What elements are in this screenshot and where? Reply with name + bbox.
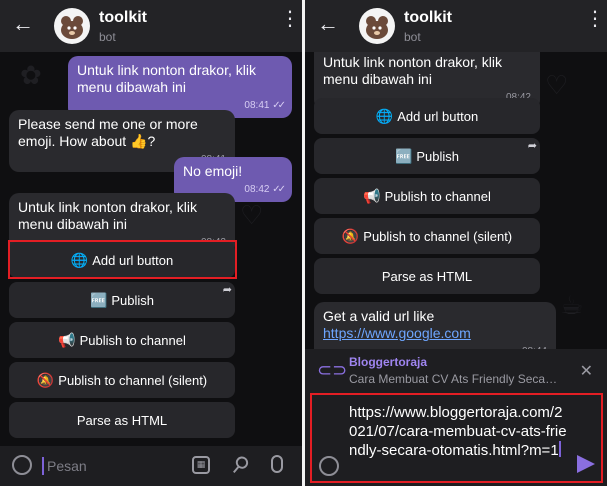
inline-button-label: Publish to channel	[384, 188, 491, 204]
compose-area: https://www.bloggertoraja.com/2021/07/ca…	[305, 393, 607, 486]
back-arrow-icon[interactable]: ←	[12, 13, 34, 35]
message-outgoing[interactable]: Untuk link nonton drakor, klik menu diba…	[68, 56, 292, 118]
preview-description: Cara Membuat CV Ats Friendly Secara Otom…	[349, 372, 559, 386]
message-text: No emoji!	[183, 163, 243, 179]
free-icon: 🆓	[394, 147, 413, 164]
message-text: Untuk link nonton drakor, klik menu diba…	[77, 62, 256, 95]
attach-icon[interactable]: ⚲	[226, 450, 254, 480]
read-receipt-icon: ✓✓	[272, 100, 286, 111]
message-time: 08:42	[244, 184, 270, 195]
inline-button-label: Add url button	[397, 108, 479, 124]
inline-button-add-url[interactable]: 🌐 Add url button	[9, 242, 235, 278]
background-doodle: ♡	[240, 200, 264, 230]
megaphone-icon: 📢	[58, 331, 76, 348]
inline-button-publish-silent[interactable]: 🔕 Publish to channel (silent)	[9, 362, 235, 398]
inline-button-label: Publish to channel	[79, 332, 186, 348]
muted-bell-icon: 🔕	[36, 371, 55, 388]
free-icon: 🆓	[89, 291, 108, 308]
avatar[interactable]	[359, 8, 395, 44]
muted-bell-icon: 🔕	[341, 227, 360, 244]
background-doodle: ✿	[20, 60, 42, 90]
message-time: 08:41	[244, 100, 270, 111]
message-input[interactable]: Pesan	[47, 458, 87, 474]
background-doodle: ♡	[545, 70, 569, 100]
back-arrow-icon[interactable]: ←	[317, 13, 339, 35]
message-input-value: https://www.bloggertoraja.com/2021/07/ca…	[349, 404, 567, 459]
chat-header: ← toolkit bot ⋮	[0, 0, 302, 52]
inline-button-publish-channel[interactable]: 📢 Publish to channel	[314, 178, 540, 214]
more-options-icon[interactable]: ⋮	[585, 9, 605, 37]
share-arrow-icon: ➦	[527, 140, 537, 152]
inline-button-parse-html[interactable]: Parse as HTML	[9, 402, 235, 438]
chat-panel-right: ♡ ☕ ← toolkit bot ⋮ Untuk link nonton dr…	[305, 0, 607, 486]
inline-button-label: Parse as HTML	[76, 412, 168, 428]
message-input[interactable]: https://www.bloggertoraja.com/2021/07/ca…	[349, 403, 569, 460]
close-icon[interactable]: ✕	[580, 361, 593, 381]
google-link[interactable]: https://www.google.com	[323, 325, 471, 341]
inline-button-label: Publish	[111, 292, 155, 308]
inline-button-label: Publish to channel (silent)	[363, 228, 513, 244]
inline-button-publish-channel[interactable]: 📢 Publish to channel	[9, 322, 235, 358]
chat-title[interactable]: toolkit	[99, 9, 147, 27]
preview-site-name: Bloggertoraja	[349, 355, 428, 369]
emoji-icon[interactable]	[12, 455, 32, 475]
message-text: Please send me one or more emoji. How ab…	[18, 116, 198, 149]
inline-button-label: Parse as HTML	[381, 268, 473, 284]
chat-title[interactable]: toolkit	[404, 9, 452, 27]
message-text: Untuk link nonton drakor, klik menu diba…	[323, 54, 502, 87]
text-cursor	[42, 457, 44, 475]
inline-button-parse-html[interactable]: Parse as HTML	[314, 258, 540, 294]
avatar[interactable]	[54, 8, 90, 44]
inline-button-add-url[interactable]: 🌐 Add url button	[314, 98, 540, 134]
inline-button-publish[interactable]: 🆓 Publish ➦	[9, 282, 235, 318]
link-preview-bar: ⊂⊃ Bloggertoraja Cara Membuat CV Ats Fri…	[305, 349, 607, 393]
inline-button-label: Publish	[416, 148, 460, 164]
link-icon: ⊂⊃	[317, 360, 348, 380]
chat-panel-left: ✿ ♡ ☾ ← toolkit bot ⋮ Untuk link nonton …	[0, 0, 302, 486]
message-text: Untuk link nonton drakor, klik menu diba…	[18, 199, 197, 232]
text-cursor	[558, 441, 561, 457]
chat-header: ← toolkit bot ⋮	[305, 0, 607, 52]
read-receipt-icon: ✓✓	[272, 184, 286, 195]
inline-button-publish[interactable]: 🆓 Publish ➦	[314, 138, 540, 174]
chat-subtitle: bot	[99, 30, 116, 44]
megaphone-icon: 📢	[363, 187, 381, 204]
send-icon[interactable]	[577, 455, 595, 473]
background-doodle: ☕	[560, 290, 584, 320]
inline-button-label: Add url button	[92, 252, 174, 268]
share-arrow-icon: ➦	[222, 284, 232, 296]
message-input-bar: Pesan ▦ ⚲	[0, 446, 302, 486]
bot-commands-icon[interactable]: ▦	[192, 456, 210, 474]
chat-subtitle: bot	[404, 30, 421, 44]
globe-icon: 🌐	[70, 251, 89, 268]
emoji-icon[interactable]	[319, 456, 339, 476]
microphone-icon[interactable]	[271, 455, 283, 473]
more-options-icon[interactable]: ⋮	[280, 9, 300, 37]
message-text: Get a valid url like	[323, 308, 435, 324]
globe-icon: 🌐	[375, 107, 394, 124]
inline-button-publish-silent[interactable]: 🔕 Publish to channel (silent)	[314, 218, 540, 254]
inline-button-label: Publish to channel (silent)	[58, 372, 208, 388]
